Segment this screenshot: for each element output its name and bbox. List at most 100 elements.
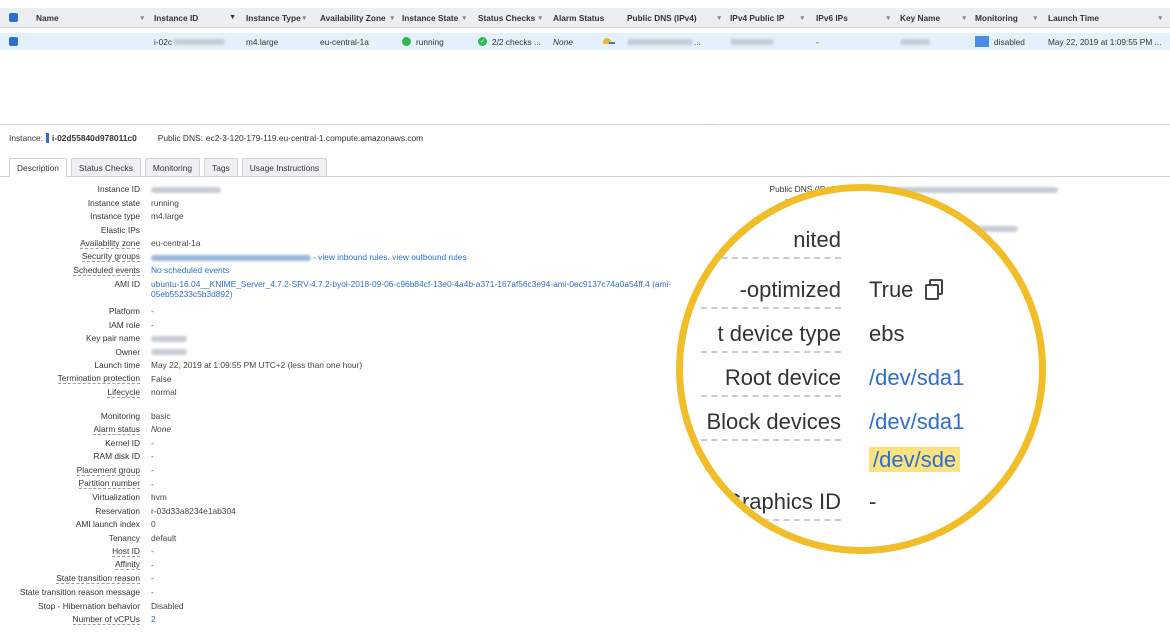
table-row[interactable]: i-02c m4.large eu-central-1a running ✓ 2/…	[0, 33, 1170, 50]
detail-value: -	[151, 546, 154, 556]
zoomed-value[interactable]: /dev/sda1	[869, 365, 964, 391]
detail-label[interactable]: Lifecycle	[107, 387, 140, 398]
tab-usage-instructions[interactable]: Usage Instructions	[241, 158, 328, 176]
zoomed-row: -optimized	[683, 277, 841, 309]
detail-label[interactable]: Partition number	[78, 478, 140, 490]
detail-label[interactable]: Security groups	[81, 251, 140, 263]
drag-handle-icon[interactable]: ···	[705, 120, 716, 129]
detail-value: m4.large	[151, 211, 184, 221]
col-alarm-status[interactable]: Alarm Status	[553, 8, 621, 27]
zoomed-value-text: True	[869, 277, 914, 302]
col-launch-time[interactable]: Launch Time ▾	[1048, 8, 1168, 27]
detail-value-text: normal	[151, 387, 177, 398]
col-ipv6-ips[interactable]: IPv6 IPs ▾	[816, 8, 896, 27]
zoomed-value-text: ebs	[869, 321, 905, 346]
row-ipv4-public-ip	[730, 33, 810, 50]
detail-label: Virtualization	[92, 492, 140, 503]
detail-value: -	[151, 587, 154, 597]
detail-value[interactable]: - view inbound rules. view outbound rule…	[151, 252, 467, 262]
zoomed-value[interactable]: /dev/sda1	[869, 409, 964, 435]
detail-value-text: False	[151, 373, 172, 384]
detail-label[interactable]: Affinity	[115, 559, 140, 571]
col-public-dns[interactable]: Public DNS (IPv4) ▾	[627, 8, 727, 27]
col-availability-zone[interactable]: Availability Zone ▾	[320, 8, 400, 27]
col-instance-state[interactable]: Instance State ▾	[402, 8, 472, 27]
detail-value-text: -	[151, 451, 154, 462]
row-instance-type: m4.large	[246, 36, 279, 47]
detail-value-text[interactable]: view inbound rules. view outbound rules	[318, 252, 467, 262]
instance-marker-icon	[46, 133, 49, 143]
detail-row: Lifecycle	[0, 386, 140, 398]
detail-value-text[interactable]: No scheduled events	[151, 265, 229, 275]
col-status-checks[interactable]: Status Checks ▾	[478, 8, 548, 27]
detail-row: Kernel ID	[0, 437, 140, 449]
running-status-icon	[402, 37, 411, 46]
detail-value-text: Disabled	[151, 600, 184, 611]
copy-icon[interactable]	[925, 279, 944, 300]
create-alarm-icon[interactable]	[601, 37, 615, 47]
detail-label: State transition reason message	[19, 586, 140, 597]
col-instance-id[interactable]: Instance ID ▼	[154, 8, 242, 27]
tab-description[interactable]: Description	[9, 158, 67, 177]
detail-value: -	[151, 438, 154, 448]
detail-label[interactable]: Host ID	[112, 546, 140, 557]
zoomed-row: nited	[683, 227, 841, 259]
col-instance-type[interactable]: Instance Type ▾	[246, 8, 312, 27]
detail-value[interactable]: No scheduled events	[151, 265, 229, 275]
detail-value-text[interactable]: ubuntu-16.04__KNIME_Server_4.7.2-SRV-4.7…	[151, 279, 671, 289]
zoomed-value-text[interactable]: /dev/sde	[869, 447, 961, 472]
sort-caret-icon: ▼	[229, 14, 236, 21]
instances-table-header: Name ▾ Instance ID ▼ Instance Type ▾ Availa…	[0, 8, 1170, 28]
sort-caret-icon: ▾	[962, 14, 966, 22]
detail-value-text: hvm	[151, 492, 167, 503]
zoom-magnifier: nited -optimized True t device type ebs Root …	[676, 184, 1046, 554]
detail-value-text[interactable]: 05eb55233c5b3d892)	[151, 289, 671, 299]
detail-value-text: 0	[151, 519, 156, 530]
detail-label: Instance type	[90, 211, 140, 222]
col-name[interactable]: Name ▾	[36, 8, 150, 27]
detail-value-text: running	[151, 197, 179, 208]
detail-row: Instance ID	[0, 183, 140, 195]
check-passed-icon: ✓	[478, 37, 487, 46]
zoomed-value-text[interactable]: /dev/sda1	[869, 409, 964, 434]
instance-id: i-02d55840d978011c0	[52, 133, 137, 143]
select-all-checkbox[interactable]	[0, 8, 30, 27]
col-ipv4-public-ip[interactable]: IPv4 Public IP ▾	[730, 8, 810, 27]
detail-row: Security groups	[0, 251, 140, 263]
sort-caret-icon: ▾	[886, 14, 890, 22]
tab-status-checks[interactable]: Status Checks	[70, 158, 141, 176]
detail-value-text: None	[151, 424, 172, 435]
row-checkbox[interactable]	[0, 33, 30, 50]
public-dns-value: ec2-3-120-179-119.eu-central-1.compute.a…	[205, 133, 424, 143]
tab-tags[interactable]: Tags	[204, 158, 238, 176]
detail-value[interactable]: 2	[151, 614, 156, 624]
detail-value-text: -	[151, 478, 154, 489]
detail-label: IAM role	[108, 319, 140, 330]
detail-label[interactable]: Alarm status	[93, 424, 140, 435]
detail-label[interactable]: Number of vCPUs	[72, 614, 140, 625]
detail-label[interactable]: Termination protection	[57, 373, 140, 385]
detail-label: Elastic IPs	[100, 224, 140, 235]
detail-label: RAM disk ID	[93, 451, 140, 462]
detail-value-text[interactable]: 2	[151, 614, 156, 624]
pane-divider[interactable]	[0, 124, 1170, 125]
zoomed-value-text[interactable]: /dev/sda1	[869, 365, 964, 390]
zoomed-row: t device type	[683, 321, 841, 353]
detail-label[interactable]: Availability zone	[80, 238, 140, 249]
detail-label[interactable]: Placement group	[76, 465, 140, 476]
tab-monitoring[interactable]: Monitoring	[144, 158, 201, 176]
zoomed-value[interactable]: /dev/sde	[869, 447, 961, 473]
zoomed-label: Graphics ID	[724, 489, 841, 514]
detail-label[interactable]: Scheduled events	[73, 265, 140, 276]
col-key-name[interactable]: Key Name ▾	[900, 8, 972, 27]
row-key-name	[900, 33, 972, 50]
detail-label[interactable]: State transition reason	[56, 573, 140, 584]
detail-row: Virtualization	[0, 491, 140, 503]
col-monitoring[interactable]: Monitoring ▾	[975, 8, 1043, 27]
monitoring-icon	[975, 36, 989, 47]
detail-row: Launch time	[0, 359, 140, 371]
detail-row: State transition reason message	[0, 586, 140, 598]
detail-value[interactable]: ubuntu-16.04__KNIME_Server_4.7.2-SRV-4.7…	[151, 279, 671, 299]
detail-value: -	[151, 451, 154, 461]
zoomed-underline	[701, 307, 841, 309]
